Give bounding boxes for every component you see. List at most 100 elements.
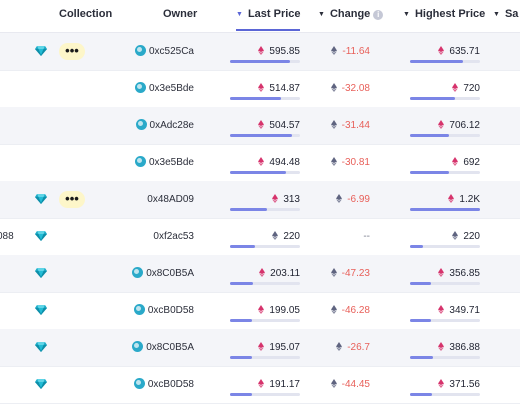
owner-cell[interactable]: 0x8C0B5A [0,255,194,292]
last-price-cell: 220 [230,218,300,255]
last-price-bar [230,319,300,322]
last-price-cell: 195.07 [230,329,300,366]
highest-price-cell: 349.71 [410,292,480,329]
table-row[interactable]: 0x3e5Bde 514.87 -32.08 720 [0,70,520,108]
active-sort-indicator [236,29,300,31]
highest-price-bar-fill [410,60,463,63]
change-cell: -31.44 [318,107,370,144]
column-header-sales[interactable]: ▼ Sa [493,0,518,30]
owner-cell[interactable]: 0x8C0B5A [0,329,194,366]
table-row[interactable]: 0xcB0D58 199.05 -46.28 349.71 [0,292,520,330]
ethereum-icon [438,46,445,55]
last-price-bar-fill [230,245,256,248]
last-price-cell: 203.11 [230,255,300,292]
table-row[interactable]: ••• 0xc525Ca 595.85 -11.64 635.71 [0,33,520,71]
sales-label: Sa [504,8,519,20]
change-cell: -11.64 [318,33,370,70]
owner-cell[interactable]: 0xcB0D58 [0,366,194,403]
ethereum-icon [272,194,279,203]
ethereum-icon [258,342,265,351]
ethereum-icon [452,157,459,166]
highest-price-cell: 635.71 [410,33,480,70]
ethereum-icon [330,379,337,388]
last-price-value: 199.05 [269,305,300,316]
ethereum-icon [330,120,337,129]
column-header-last-price[interactable]: ▼ Last Price [236,0,301,31]
table-row[interactable]: 0880xf2ac53220--220 [0,218,520,256]
highest-price-value: 356.85 [449,268,480,279]
ethereum-icon [330,305,337,314]
owner-cell[interactable]: 0xf2ac53 [0,218,194,255]
column-header-highest-price[interactable]: ▼ Highest Price [403,0,485,30]
owner-cell[interactable]: 0xAdc28e [0,107,194,144]
highest-price-cell: 720 [410,70,480,107]
highest-price-bar-fill [410,208,480,211]
owner-address: 0xcB0D58 [147,379,194,390]
column-header-collection[interactable]: Collection [59,0,112,30]
last-price-value: 494.48 [269,157,300,168]
change-value: -- [363,231,370,242]
last-price-bar-fill [230,282,254,285]
owner-cell[interactable]: 0xc525Ca [0,33,194,70]
last-price-value: 514.87 [269,83,300,94]
change-cell: -- [318,218,370,255]
table-row[interactable]: ••• 0x48AD09 313 -6.99 1.2K [0,181,520,219]
owner-address: 0x3e5Bde [148,157,194,168]
ethereum-icon [336,194,343,203]
highest-price-bar [410,134,480,137]
last-price-bar [230,393,300,396]
ethereum-icon [258,379,265,388]
change-value: -32.08 [341,83,370,94]
highest-price-bar-fill [410,282,431,285]
owner-cell[interactable]: 0xcB0D58 [0,292,194,329]
highest-price-value: 635.71 [449,46,480,57]
owner-avatar-icon [135,119,147,130]
owner-address: 0xf2ac53 [153,231,194,242]
owner-cell[interactable]: 0x48AD09 [0,181,194,218]
info-icon[interactable]: i [373,10,384,20]
column-header-owner[interactable]: Owner [163,0,197,30]
owner-cell[interactable]: 0x3e5Bde [0,70,194,107]
last-price-bar [230,134,300,137]
ethereum-icon [258,83,265,92]
last-price-bar-fill [230,319,253,322]
change-cell: -6.99 [318,181,370,218]
last-price-value: 203.11 [270,268,300,279]
table-row[interactable]: 0x8C0B5A 195.07 -26.7 386.88 [0,329,520,367]
change-value: -6.99 [347,194,370,205]
highest-price-value: 706.12 [449,120,480,131]
last-price-value: 313 [283,194,300,205]
column-header-change[interactable]: ▼ Change i [318,0,384,30]
table-row[interactable]: 0x8C0B5A 203.11 -47.23 356.85 [0,255,520,293]
owner-avatar-icon [134,45,146,56]
ethereum-icon [438,268,445,277]
change-value: -44.45 [341,379,370,390]
last-price-bar [230,97,300,100]
change-label: Change [329,8,371,20]
ethereum-icon [272,231,279,240]
last-price-label: Last Price [247,8,301,20]
table-row[interactable]: 0x3e5Bde 494.48 -30.81 692 [0,144,520,182]
table-header: Collection Owner ▼ Last Price ▼ Change i ▼ H… [0,0,520,33]
last-price-value: 504.57 [269,120,300,131]
table-row[interactable]: 0xAdc28e 504.57 -31.44 706.12 [0,107,520,145]
highest-price-bar-fill [410,97,455,100]
sort-desc-icon: ▼ [236,11,243,18]
last-price-cell: 199.05 [230,292,300,329]
ethereum-icon [258,157,265,166]
highest-price-value: 692 [463,157,480,168]
last-price-bar-fill [230,393,253,396]
owner-cell[interactable]: 0x3e5Bde [0,144,194,181]
highest-price-bar [410,60,480,63]
change-value: -26.7 [347,342,370,353]
highest-price-bar-fill [410,319,431,322]
highest-price-bar [410,245,480,248]
highest-price-bar [410,208,480,211]
change-cell: -32.08 [318,70,370,107]
last-price-bar-fill [230,60,290,63]
highest-price-bar-fill [410,245,423,248]
table-row[interactable]: 0xcB0D58 191.17 -44.45 371.56 [0,366,520,404]
highest-price-cell: 356.85 [410,255,480,292]
sort-icon: ▼ [318,11,325,18]
highest-price-bar-fill [410,134,450,137]
